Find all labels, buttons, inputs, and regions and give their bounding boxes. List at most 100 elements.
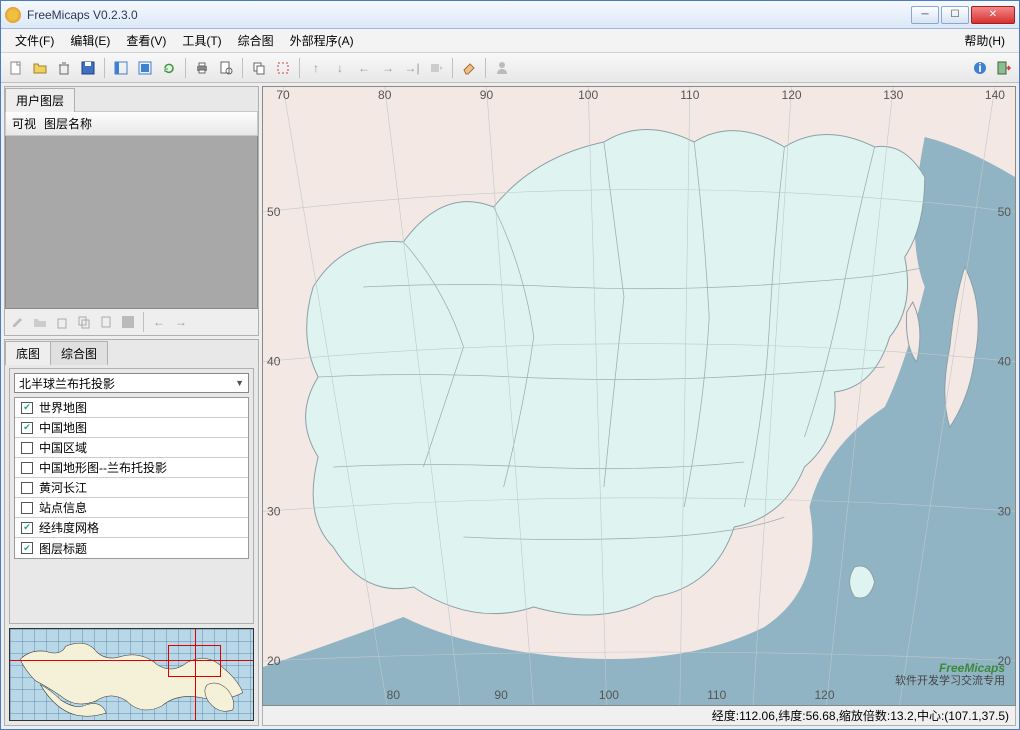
view1-icon[interactable] (110, 57, 132, 79)
watermark-sub: 软件开发学习交流专用 (895, 675, 1005, 687)
basemap-layer-row[interactable]: 中国区域 (15, 438, 248, 458)
play-icon[interactable] (425, 57, 447, 79)
tab-basemap[interactable]: 底图 (5, 341, 51, 365)
minimap-viewport[interactable] (168, 645, 221, 677)
left-icon[interactable]: ← (353, 57, 375, 79)
layer-label: 中国地形图--兰布托投影 (39, 459, 167, 476)
maximize-button[interactable]: ☐ (941, 6, 969, 24)
layer-label: 图层标题 (39, 540, 87, 557)
watermark-title: FreeMicaps (895, 662, 1005, 675)
layer-label: 黄河长江 (39, 479, 87, 496)
left-panel: 用户图层 可视 图层名称 ← → (4, 86, 259, 726)
user-icon[interactable] (491, 57, 513, 79)
menu-edit[interactable]: 编辑(E) (62, 30, 118, 51)
toolbar: ↑ ↓ ← → →| i (1, 53, 1019, 83)
exit-icon[interactable] (993, 57, 1015, 79)
svg-text:80: 80 (387, 688, 401, 702)
select-icon[interactable] (272, 57, 294, 79)
menu-view[interactable]: 查看(V) (118, 30, 174, 51)
menu-file[interactable]: 文件(F) (7, 30, 62, 51)
body: 用户图层 可视 图层名称 ← → (1, 83, 1019, 729)
tab-user-layers[interactable]: 用户图层 (5, 88, 75, 112)
projection-value: 北半球兰布托投影 (19, 375, 115, 392)
menu-tools[interactable]: 工具(T) (174, 30, 229, 51)
layer-save-icon[interactable] (118, 312, 138, 332)
col-name: 图层名称 (44, 115, 92, 132)
layer-checkbox[interactable] (21, 402, 33, 414)
refresh-icon[interactable] (158, 57, 180, 79)
basemap-layer-row[interactable]: 黄河长江 (15, 478, 248, 498)
basemap-layer-row[interactable]: 经纬度网格 (15, 518, 248, 538)
svg-text:130: 130 (883, 88, 903, 102)
open-icon[interactable] (29, 57, 51, 79)
basemap-panel: 底图 综合图 北半球兰布托投影 ▼ 世界地图中国地图中国区域中国地形图--兰布托… (4, 339, 259, 726)
status-text: 经度:112.06,纬度:56.68,缩放倍数:13.2,中心:(107.1,3… (712, 707, 1009, 724)
layer-label: 中国区域 (39, 439, 87, 456)
new-icon[interactable] (5, 57, 27, 79)
layer-paste-icon[interactable] (96, 312, 116, 332)
basemap-layer-row[interactable]: 图层标题 (15, 538, 248, 558)
basemap-layer-row[interactable]: 中国地图 (15, 418, 248, 438)
delete-icon[interactable] (53, 57, 75, 79)
menu-external[interactable]: 外部程序(A) (282, 30, 362, 51)
user-layer-list[interactable] (5, 136, 258, 309)
svg-text:70: 70 (276, 88, 290, 102)
svg-text:120: 120 (782, 88, 802, 102)
menu-help[interactable]: 帮助(H) (956, 30, 1013, 51)
layer-copy-icon[interactable] (74, 312, 94, 332)
svg-text:80: 80 (378, 88, 392, 102)
layer-checkbox[interactable] (21, 502, 33, 514)
layer-checkbox[interactable] (21, 482, 33, 494)
info-icon[interactable]: i (969, 57, 991, 79)
layer-label: 站点信息 (39, 499, 87, 516)
map-canvas[interactable]: 708090100110120130140 8090100110120 5040… (262, 86, 1016, 706)
layer-open-icon[interactable] (30, 312, 50, 332)
svg-text:140: 140 (985, 88, 1005, 102)
svg-text:40: 40 (267, 355, 281, 369)
layer-column-headers: 可视 图层名称 (5, 111, 258, 136)
layer-checkbox[interactable] (21, 522, 33, 534)
layer-edit-icon[interactable] (8, 312, 28, 332)
layer-label: 世界地图 (39, 399, 87, 416)
app-window: FreeMicaps V0.2.3.0 ─ ☐ ✕ 文件(F) 编辑(E) 查看… (0, 0, 1020, 730)
dropdown-arrow-icon: ▼ (235, 378, 244, 388)
preview-icon[interactable] (215, 57, 237, 79)
copy-icon[interactable] (248, 57, 270, 79)
basemap-layer-row[interactable]: 世界地图 (15, 398, 248, 418)
end-icon[interactable]: →| (401, 57, 423, 79)
layer-next-icon[interactable]: → (171, 312, 191, 332)
tab-composite[interactable]: 综合图 (50, 341, 108, 365)
layer-prev-icon[interactable]: ← (149, 312, 169, 332)
save-icon[interactable] (77, 57, 99, 79)
view2-icon[interactable] (134, 57, 156, 79)
close-button[interactable]: ✕ (971, 6, 1015, 24)
svg-text:40: 40 (998, 355, 1012, 369)
projection-dropdown[interactable]: 北半球兰布托投影 ▼ (14, 373, 249, 393)
up-icon[interactable]: ↑ (305, 57, 327, 79)
titlebar[interactable]: FreeMicaps V0.2.3.0 ─ ☐ ✕ (1, 1, 1019, 29)
svg-text:30: 30 (998, 504, 1012, 518)
print-icon[interactable] (191, 57, 213, 79)
layer-checkbox[interactable] (21, 422, 33, 434)
minimap[interactable] (9, 628, 254, 721)
map-area: 708090100110120130140 8090100110120 5040… (262, 86, 1016, 726)
svg-text:100: 100 (578, 88, 598, 102)
col-visible: 可视 (12, 115, 36, 132)
svg-text:110: 110 (680, 88, 699, 102)
statusbar: 经度:112.06,纬度:56.68,缩放倍数:13.2,中心:(107.1,3… (262, 706, 1016, 726)
eraser-icon[interactable] (458, 57, 480, 79)
layer-toolbar: ← → (5, 309, 258, 335)
window-buttons: ─ ☐ ✕ (911, 6, 1015, 24)
menu-composite[interactable]: 综合图 (230, 30, 282, 51)
basemap-layer-row[interactable]: 中国地形图--兰布托投影 (15, 458, 248, 478)
layer-delete-icon[interactable] (52, 312, 72, 332)
minimize-button[interactable]: ─ (911, 6, 939, 24)
layer-checkbox[interactable] (21, 442, 33, 454)
svg-text:120: 120 (814, 688, 834, 702)
down-icon[interactable]: ↓ (329, 57, 351, 79)
layer-checkbox[interactable] (21, 542, 33, 554)
layer-checkbox[interactable] (21, 462, 33, 474)
right-icon[interactable]: → (377, 57, 399, 79)
basemap-layer-row[interactable]: 站点信息 (15, 498, 248, 518)
svg-text:30: 30 (267, 504, 281, 518)
